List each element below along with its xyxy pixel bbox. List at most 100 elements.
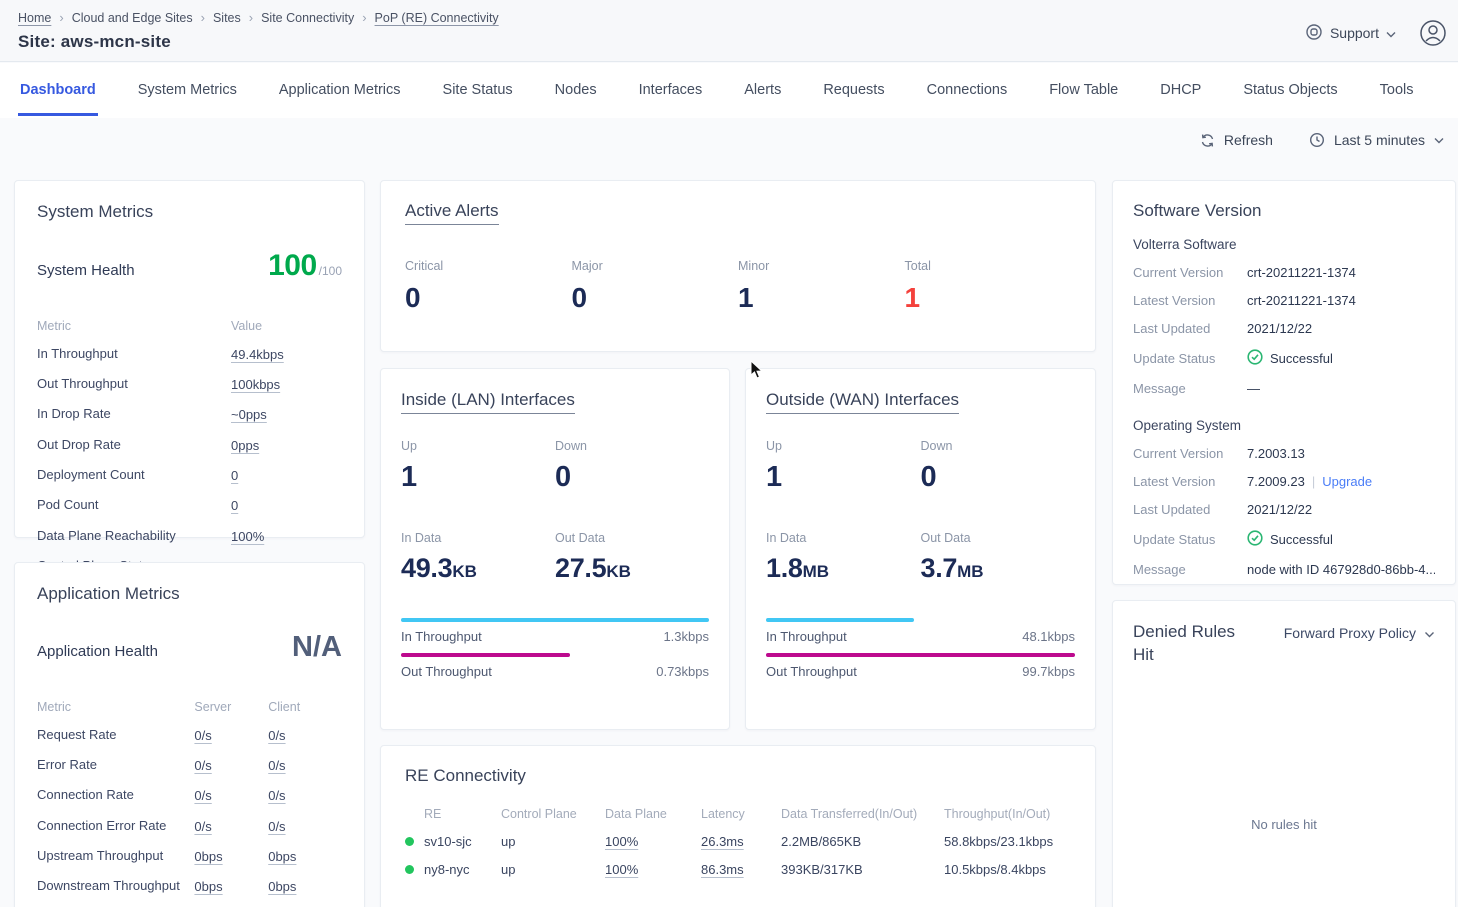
- alert-counter-label: Major: [572, 259, 739, 273]
- server-value-link[interactable]: 0bps: [194, 879, 222, 894]
- client-value-link[interactable]: 0bps: [268, 879, 296, 894]
- support-icon: [1305, 23, 1323, 44]
- client-value-link[interactable]: 0/s: [268, 819, 285, 834]
- client-value-link[interactable]: 0bps: [268, 849, 296, 864]
- latency-link[interactable]: 26.3ms: [701, 834, 744, 849]
- tab-label: DHCP: [1160, 82, 1201, 98]
- data-plane-link[interactable]: 100%: [605, 834, 638, 849]
- support-label: Support: [1330, 25, 1379, 41]
- table-row: Client RTT 0ms 0ms: [37, 903, 342, 907]
- server-value-link[interactable]: 0/s: [194, 788, 211, 803]
- metric-value-link[interactable]: ~0pps: [231, 407, 267, 422]
- application-metrics-title: Application Metrics: [37, 584, 342, 604]
- refresh-label: Refresh: [1224, 132, 1273, 148]
- tab[interactable]: Status Objects: [1241, 65, 1339, 116]
- software-version-title: Software Version: [1133, 201, 1435, 221]
- table-header-row: Metric Server Client: [37, 694, 342, 720]
- tab[interactable]: Site Status: [441, 65, 515, 116]
- server-value-link[interactable]: 0/s: [194, 758, 211, 773]
- inside-lan-title-link[interactable]: Inside (LAN) Interfaces: [401, 390, 709, 410]
- metric-value-link[interactable]: 100kbps: [231, 377, 280, 392]
- in-throughput-value: 48.1kbps: [1022, 629, 1075, 644]
- metric-value-link[interactable]: 0: [231, 468, 238, 483]
- outside-wan-title-link[interactable]: Outside (WAN) Interfaces: [766, 390, 1075, 410]
- column-header-server: Server: [194, 700, 268, 714]
- up-value: 1: [401, 461, 555, 494]
- tab[interactable]: Tools: [1378, 65, 1416, 116]
- tab-label: Alerts: [744, 82, 781, 98]
- user-avatar[interactable]: [1418, 18, 1448, 48]
- sw-row: Latest Version 7.2009.23 | Upgrade: [1133, 474, 1435, 489]
- clock-icon: [1309, 132, 1325, 148]
- client-value-link[interactable]: 0/s: [268, 728, 285, 743]
- out-throughput-bar: [401, 653, 709, 657]
- metric-name: Pod Count: [37, 497, 231, 515]
- application-metrics-rows: Request Rate 0/s 0/s Error Rate 0/s 0/s …: [37, 720, 342, 907]
- top-header: Home › Cloud and Edge Sites › Sites › Si…: [0, 0, 1458, 62]
- server-value-link[interactable]: 0bps: [194, 849, 222, 864]
- empty-state-text: No rules hit: [1133, 817, 1435, 832]
- tab[interactable]: DHCP: [1158, 65, 1203, 116]
- table-row: Out Throughput 100kbps: [37, 370, 342, 400]
- tab[interactable]: Dashboard: [18, 65, 98, 116]
- tab-label: Connections: [927, 82, 1008, 98]
- breadcrumb-item[interactable]: Site Connectivity ›: [261, 10, 366, 25]
- tab[interactable]: Interfaces: [637, 65, 705, 116]
- table-row: Upstream Throughput 0bps 0bps: [37, 842, 342, 872]
- table-header-row: Metric Value: [37, 313, 342, 339]
- active-alerts-title-link[interactable]: Active Alerts: [405, 201, 1071, 221]
- out-data-value: 27.5KB: [555, 553, 709, 584]
- in-throughput-bar: [766, 618, 1075, 622]
- tab[interactable]: Requests: [821, 65, 886, 116]
- tab[interactable]: System Metrics: [136, 65, 239, 116]
- upgrade-link[interactable]: Upgrade: [1322, 474, 1372, 489]
- support-menu[interactable]: Support: [1305, 23, 1396, 44]
- latency-link[interactable]: 86.3ms: [701, 862, 744, 877]
- metric-name: Out Throughput: [37, 376, 231, 394]
- metric-value-link[interactable]: 100%: [231, 529, 264, 544]
- refresh-button[interactable]: Refresh: [1200, 132, 1273, 148]
- denied-rules-header: Denied Rules Hit Forward Proxy Policy: [1133, 621, 1435, 667]
- server-value-link[interactable]: 0/s: [194, 728, 211, 743]
- tab[interactable]: Application Metrics: [277, 65, 403, 116]
- metric-value-link[interactable]: 49.4kbps: [231, 347, 284, 362]
- breadcrumb-item[interactable]: Cloud and Edge Sites ›: [72, 10, 205, 25]
- out-throughput-label: Out Throughput: [766, 664, 857, 679]
- down-label: Down: [921, 439, 1076, 453]
- denied-rules-card: Denied Rules Hit Forward Proxy Policy No…: [1112, 600, 1456, 907]
- tab[interactable]: Nodes: [553, 65, 599, 116]
- tab-label: Application Metrics: [279, 82, 401, 98]
- tab-label: Flow Table: [1049, 82, 1118, 98]
- denied-rules-title: Denied Rules Hit: [1133, 621, 1253, 667]
- data-plane-link[interactable]: 100%: [605, 862, 638, 877]
- down-stat: Down 0: [555, 439, 709, 494]
- tab[interactable]: Flow Table: [1047, 65, 1120, 116]
- server-value-link[interactable]: 0/s: [194, 819, 211, 834]
- client-value-link[interactable]: 0/s: [268, 758, 285, 773]
- up-label: Up: [401, 439, 555, 453]
- policy-selector[interactable]: Forward Proxy Policy: [1284, 625, 1435, 641]
- tab-label: System Metrics: [138, 82, 237, 98]
- alert-counter-label: Minor: [738, 259, 905, 273]
- alert-counter-value: 1: [738, 282, 905, 314]
- table-row: Out Drop Rate 0pps: [37, 431, 342, 461]
- system-health-score: 100 /100: [268, 249, 342, 283]
- in-data-label: In Data: [766, 531, 921, 545]
- metric-value-link[interactable]: 0: [231, 498, 238, 513]
- sw-row: Last Updated 2021/12/22: [1133, 321, 1435, 336]
- table-row: Connection Error Rate 0/s 0/s: [37, 812, 342, 842]
- metric-value-link[interactable]: 0pps: [231, 438, 259, 453]
- tab[interactable]: Alerts: [742, 65, 783, 116]
- breadcrumb-item[interactable]: PoP (RE) Connectivity ›: [375, 11, 499, 25]
- time-range-selector[interactable]: Last 5 minutes: [1309, 132, 1444, 148]
- client-value-link[interactable]: 0/s: [268, 788, 285, 803]
- alert-counter: Minor 1: [738, 259, 905, 314]
- down-value: 0: [921, 461, 1076, 494]
- tab[interactable]: Connections: [925, 65, 1010, 116]
- tab-label: Dashboard: [20, 82, 96, 98]
- tab-label: Tools: [1380, 82, 1414, 98]
- metric-name: In Drop Rate: [37, 406, 231, 424]
- breadcrumb-item[interactable]: Home ›: [18, 10, 64, 25]
- breadcrumb-item[interactable]: Sites ›: [213, 10, 253, 25]
- system-metrics-card: System Metrics System Health 100 /100 Me…: [14, 180, 365, 538]
